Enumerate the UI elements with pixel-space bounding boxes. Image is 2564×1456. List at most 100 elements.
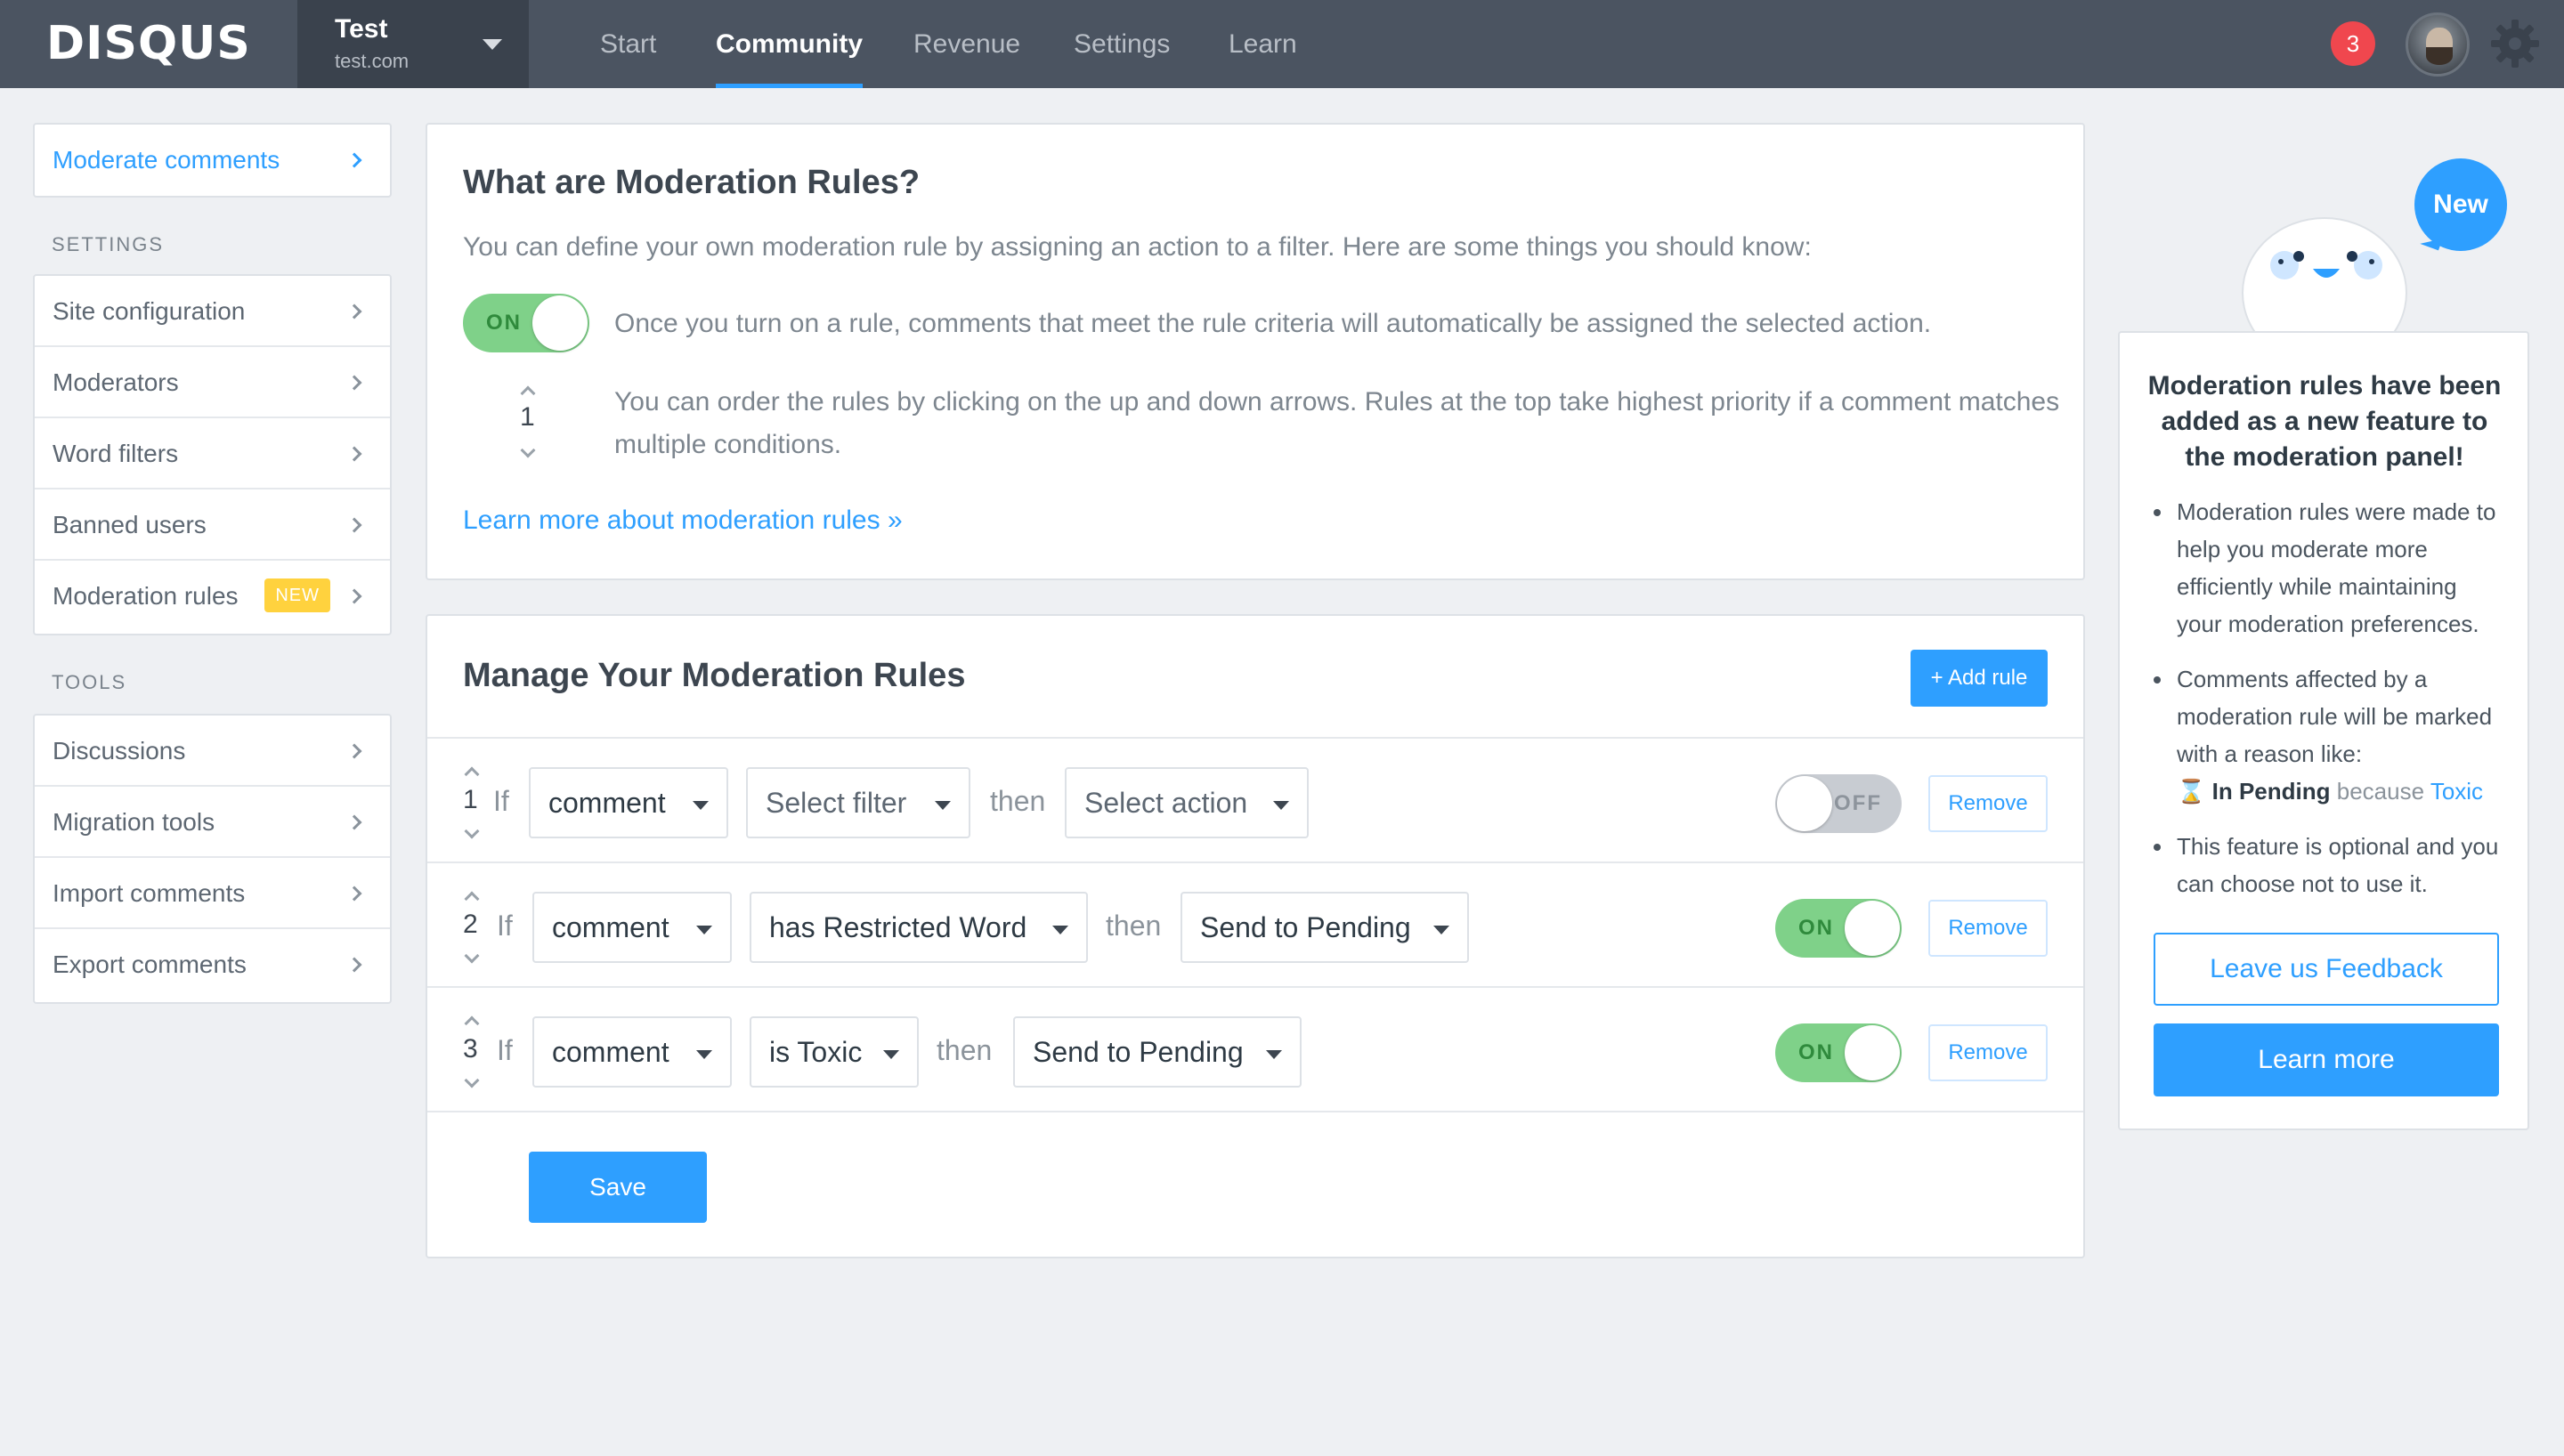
intro-description: You can define your own moderation rule …: [463, 232, 1812, 262]
rule-filter-select[interactable]: is Toxic: [750, 1016, 919, 1088]
rule-subject-select[interactable]: comment: [529, 767, 728, 838]
gear-icon[interactable]: [2489, 18, 2541, 69]
chevron-right-icon: [346, 886, 362, 902]
select-value: Send to Pending: [1033, 1036, 1244, 1068]
caret-down-icon: [483, 39, 502, 50]
sidebar-item-site-configuration[interactable]: Site configuration: [35, 276, 390, 347]
because-text: because: [2336, 778, 2425, 805]
nav-tab-settings[interactable]: Settings: [1074, 0, 1170, 88]
announcement-bullet-1: Moderation rules were made to help you m…: [2154, 493, 2503, 643]
sidebar-item-label: Banned users: [53, 511, 207, 538]
sidebar-item-migration-tools[interactable]: Migration tools: [35, 787, 390, 858]
site-switcher[interactable]: Test test.com: [297, 0, 529, 88]
caret-down-icon: [1266, 1050, 1282, 1059]
caret-down-icon: [696, 1050, 712, 1059]
notification-badge[interactable]: 3: [2331, 21, 2375, 66]
sidebar-moderate-box: Moderate comments: [33, 123, 392, 198]
sidebar-settings-box: Site configuration Moderators Word filte…: [33, 274, 392, 635]
remove-rule-button[interactable]: Remove: [1928, 900, 2048, 957]
arrow-down-icon[interactable]: [464, 823, 480, 839]
rule-action-select[interactable]: Send to Pending: [1181, 892, 1469, 963]
manage-title: Manage Your Moderation Rules: [463, 657, 966, 694]
toggle-knob: [1777, 776, 1832, 831]
remove-rule-button[interactable]: Remove: [1928, 1024, 2048, 1081]
toggle-knob: [1845, 1025, 1900, 1080]
sidebar-item-banned-users[interactable]: Banned users: [35, 489, 390, 561]
sidebar-item-label: Migration tools: [53, 808, 215, 836]
rule-subject-select[interactable]: comment: [532, 892, 732, 963]
sidebar-item-label: Export comments: [53, 950, 247, 978]
remove-rule-button[interactable]: Remove: [1928, 775, 2048, 832]
toggle-knob: [532, 295, 588, 351]
rule-enable-toggle[interactable]: ON: [1775, 899, 1902, 958]
nav-tab-revenue[interactable]: Revenue: [913, 0, 1020, 88]
rule-then-text: then: [1106, 910, 1162, 942]
site-url: test.com: [335, 50, 410, 72]
rule-then-text: then: [990, 785, 1046, 817]
rule-if-text: If: [493, 785, 509, 817]
announcement-bullet-3: This feature is optional and you can cho…: [2154, 828, 2503, 902]
avatar-beard: [2426, 47, 2453, 65]
sidebar-item-label: Moderators: [53, 368, 179, 396]
nav-tab-learn[interactable]: Learn: [1229, 0, 1297, 88]
rule-subject-select[interactable]: comment: [532, 1016, 732, 1088]
nav-tab-start[interactable]: Start: [600, 0, 656, 88]
sidebar-tools-heading: TOOLS: [52, 671, 127, 693]
learn-more-button[interactable]: Learn more: [2154, 1023, 2499, 1096]
chevron-right-icon: [346, 446, 362, 462]
select-value: Select filter: [766, 787, 907, 819]
sidebar-item-discussions[interactable]: Discussions: [35, 716, 390, 787]
sidebar-item-moderators[interactable]: Moderators: [35, 347, 390, 418]
rule-order-number: 3: [463, 1034, 478, 1064]
toggle-label: ON: [1798, 916, 1834, 940]
rule-filter-select[interactable]: Select filter: [746, 767, 970, 838]
rule-enable-toggle[interactable]: ON: [1775, 1023, 1902, 1082]
site-name: Test: [335, 14, 388, 44]
nav-tab-community[interactable]: Community: [716, 0, 863, 88]
rule-row-1: 1 If comment Select filter then Select a…: [427, 737, 2083, 861]
user-avatar[interactable]: [2406, 12, 2470, 77]
hourglass-icon: ⌛: [2177, 778, 2206, 805]
arrow-up-icon[interactable]: [464, 1015, 480, 1031]
sidebar-item-export-comments[interactable]: Export comments: [35, 929, 390, 1000]
rule-action-select[interactable]: Send to Pending: [1013, 1016, 1302, 1088]
rule-enable-toggle[interactable]: OFF: [1775, 774, 1902, 833]
add-rule-button[interactable]: + Add rule: [1911, 650, 2048, 707]
rule-filter-select[interactable]: has Restricted Word: [750, 892, 1088, 963]
caret-down-icon: [1433, 926, 1449, 934]
sidebar-item-label: Moderation rules: [53, 582, 239, 610]
sidebar-item-label: Site configuration: [53, 297, 246, 325]
announcement-list: Moderation rules were made to help you m…: [2154, 493, 2503, 920]
caret-down-icon: [696, 926, 712, 934]
arrow-up-icon: [520, 385, 536, 401]
caret-down-icon: [1273, 801, 1289, 810]
chevron-right-icon: [346, 152, 362, 168]
pending-label: In Pending: [2211, 778, 2331, 805]
leave-feedback-button[interactable]: Leave us Feedback: [2154, 933, 2499, 1006]
arrow-down-icon[interactable]: [464, 948, 480, 964]
select-value: comment: [552, 911, 669, 943]
sidebar-item-import-comments[interactable]: Import comments: [35, 858, 390, 929]
rule-then-text: then: [937, 1034, 993, 1066]
arrow-up-icon[interactable]: [464, 766, 480, 782]
select-value: is Toxic: [769, 1036, 863, 1068]
sidebar-item-moderate-comments[interactable]: Moderate comments: [35, 125, 390, 196]
sidebar-item-word-filters[interactable]: Word filters: [35, 418, 390, 489]
announcement-title: Moderation rules have been added as a ne…: [2147, 371, 2502, 472]
rule-row-3: 3 If comment is Toxic then Send to Pendi…: [427, 986, 2083, 1111]
disqus-logo[interactable]: DISQUS: [46, 16, 251, 71]
rule-if-text: If: [497, 910, 513, 942]
new-badge: NEW: [264, 578, 331, 612]
chevron-right-icon: [346, 303, 362, 320]
arrow-down-icon[interactable]: [464, 1072, 480, 1088]
arrow-up-icon[interactable]: [464, 891, 480, 907]
rule-action-select[interactable]: Select action: [1065, 767, 1309, 838]
chevron-right-icon: [346, 517, 362, 533]
tip-order-text: You can order the rules by clicking on t…: [614, 387, 2060, 459]
save-button[interactable]: Save: [529, 1152, 707, 1223]
caret-down-icon: [693, 801, 709, 810]
learn-more-rules-link[interactable]: Learn more about moderation rules »: [463, 506, 903, 536]
rule-order-number: 2: [463, 910, 478, 939]
sidebar-item-moderation-rules[interactable]: Moderation rules NEW: [35, 561, 390, 632]
toggle-label: ON: [1798, 1040, 1834, 1064]
